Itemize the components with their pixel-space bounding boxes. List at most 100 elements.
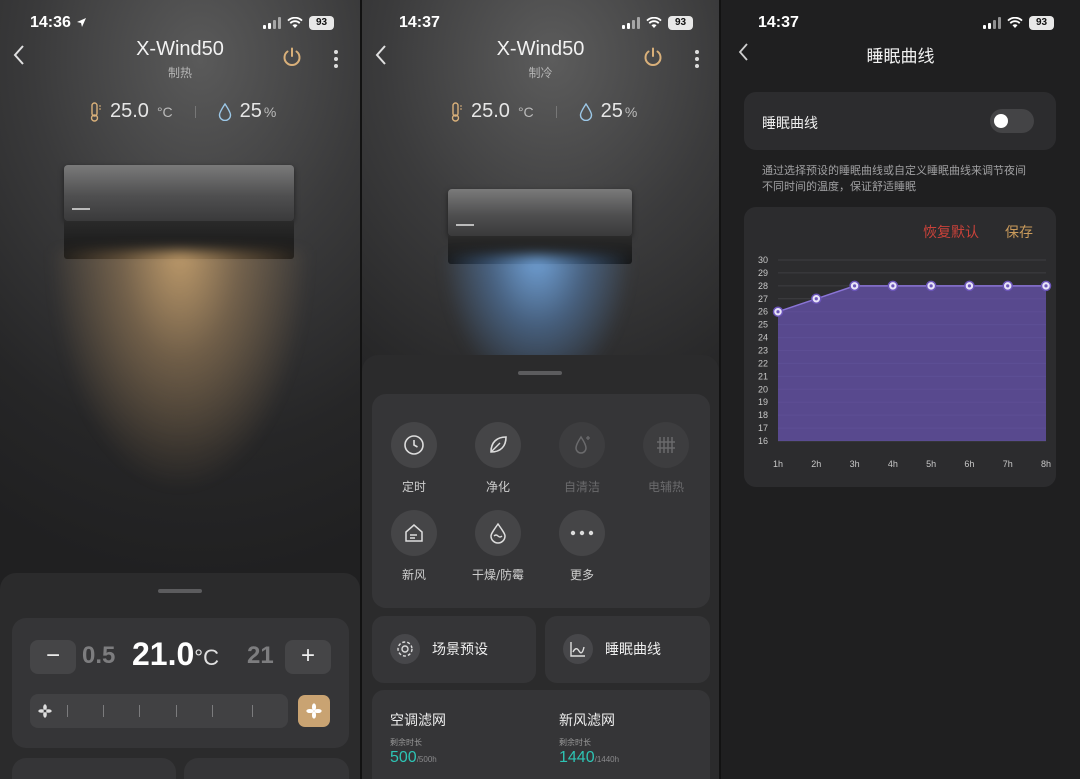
feature-dry-antimold[interactable]: 干燥/防霉 bbox=[458, 510, 538, 583]
set-temperature-value: 21.0 bbox=[132, 636, 195, 672]
warm-airflow-graphic bbox=[40, 250, 320, 510]
air-conditioner-image bbox=[64, 165, 294, 259]
temperature-unit: °C bbox=[156, 103, 173, 120]
sleep-curve-chart[interactable]: 30 29 28 27 26 25 24 23 22 21 20 19 18 17 16 1h 2h 3h 4h 5h… bbox=[744, 207, 1056, 487]
fresh-air-filter-max: /1440h bbox=[594, 755, 620, 764]
feature-fresh-air[interactable]: 新风 bbox=[374, 510, 454, 583]
climate-readout: 25.0 °C 25 % bbox=[88, 100, 276, 123]
device-title: X-Wind50 bbox=[136, 38, 224, 60]
scene-gear-icon bbox=[397, 641, 413, 657]
fan-speed-tick bbox=[139, 705, 140, 717]
sleep-curve-description: 通过选择预设的睡眠曲线或自定义睡眠曲线来调节夜间 不同时间的温度，保证舒适睡眠 bbox=[762, 163, 1026, 195]
air-conditioner-image bbox=[448, 189, 632, 264]
curve-point-center bbox=[776, 310, 780, 314]
wifi-icon bbox=[646, 17, 662, 28]
feature-aux-heat[interactable]: 电辅热 bbox=[626, 422, 706, 495]
fresh-air-filter-value: 1440 bbox=[559, 749, 595, 766]
sleep-curve-chart-card: 恢复默认 保存 30 29 28 27 26 25 24 23 22 21 20 19 18 17 16 1h… bbox=[744, 207, 1056, 487]
curve-point-center bbox=[814, 297, 818, 301]
wifi-icon bbox=[287, 17, 303, 28]
cellular-signal-icon bbox=[622, 17, 640, 29]
mode-label: 制冷 bbox=[528, 66, 553, 80]
ac-filter-max: /500h bbox=[416, 755, 437, 764]
x-tick-label: 7h bbox=[1003, 459, 1013, 469]
curve-chart-icon bbox=[570, 642, 585, 657]
fan-speed-tick bbox=[252, 705, 253, 717]
fan-speed-tick bbox=[67, 705, 68, 717]
decrease-temp-button[interactable]: − bbox=[30, 640, 76, 674]
feature-label: 更多 bbox=[569, 568, 594, 582]
humidity-drop-icon bbox=[579, 102, 592, 121]
x-tick-label: 1h bbox=[773, 459, 783, 469]
cellular-signal-icon bbox=[263, 17, 281, 29]
humidity-unit: % bbox=[263, 103, 277, 120]
x-tick-label: 5h bbox=[926, 459, 936, 469]
fan-speed-tick bbox=[176, 705, 177, 717]
y-tick-label: 25 bbox=[758, 320, 768, 330]
set-temperature-unit: °C bbox=[194, 645, 219, 670]
climate-readout: 25.0 °C 25 % bbox=[449, 100, 637, 123]
sleep-curve-label: 睡眠曲线 bbox=[605, 642, 661, 658]
feature-self-clean[interactable]: 自清洁 bbox=[542, 422, 622, 495]
description-line: 通过选择预设的睡眠曲线或自定义睡眠曲线来调节夜间 bbox=[762, 164, 1026, 177]
more-dots-icon bbox=[570, 530, 594, 536]
feature-label: 定时 bbox=[401, 480, 426, 494]
feature-more[interactable]: 更多 bbox=[542, 510, 622, 583]
curve-point-center bbox=[891, 284, 895, 288]
status-bar: 14:37 93 bbox=[721, 14, 1080, 34]
more-menu-button[interactable] bbox=[334, 50, 338, 71]
filter-status-card[interactable]: 空调滤网 剩余时长 500/500h 新风滤网 剩余时长 1440/1440h bbox=[372, 690, 710, 779]
sleep-curve-toggle-row: 睡眠曲线 bbox=[744, 92, 1056, 150]
feature-purify[interactable]: 净化 bbox=[458, 422, 538, 495]
room-temperature: 25.0 bbox=[110, 100, 149, 122]
fresh-air-filter-title: 新风滤网 bbox=[559, 713, 615, 729]
thermometer-icon bbox=[90, 101, 101, 122]
page-title: 睡眠曲线 bbox=[866, 47, 935, 66]
fan-speed-slider[interactable] bbox=[30, 694, 288, 728]
increase-temp-button[interactable]: + bbox=[285, 640, 331, 674]
control-sheet: − 0.5 21.0°C 21 + bbox=[0, 573, 360, 779]
x-tick-label: 2h bbox=[811, 459, 821, 469]
sleep-curve-card[interactable]: 睡眠曲线 bbox=[545, 616, 710, 683]
y-tick-label: 23 bbox=[758, 346, 768, 356]
device-title: X-Wind50 bbox=[496, 38, 585, 60]
thermometer-icon bbox=[451, 101, 462, 122]
fan-icon bbox=[38, 704, 52, 718]
sleep-curve-screen: 14:37 93 睡眠曲线 睡眠曲线 通过选择预设的睡眠曲线或自定义睡眠曲线来调… bbox=[721, 0, 1080, 779]
fresh-air-filter-sub: 剩余时长 bbox=[559, 738, 591, 747]
y-tick-label: 30 bbox=[758, 255, 768, 265]
y-tick-label: 17 bbox=[758, 423, 768, 433]
more-menu-button[interactable] bbox=[695, 50, 699, 71]
temperature-unit: °C bbox=[517, 103, 534, 120]
temperature-control-card: − 0.5 21.0°C 21 + bbox=[12, 618, 349, 748]
y-tick-label: 19 bbox=[758, 397, 768, 407]
y-tick-label: 22 bbox=[758, 358, 768, 368]
power-icon[interactable] bbox=[642, 46, 664, 68]
fan-speed-tick bbox=[103, 705, 104, 717]
feature-label: 电辅热 bbox=[647, 480, 684, 494]
power-icon[interactable] bbox=[281, 46, 303, 68]
y-tick-label: 29 bbox=[758, 268, 768, 278]
y-tick-label: 16 bbox=[758, 436, 768, 446]
divider bbox=[194, 105, 196, 118]
feature-timer[interactable]: 定时 bbox=[374, 422, 454, 495]
scene-preset-card[interactable]: 场景预设 bbox=[372, 616, 536, 683]
battery-indicator: 93 bbox=[668, 16, 693, 30]
sheet-handle[interactable] bbox=[158, 589, 202, 593]
y-tick-label: 20 bbox=[758, 384, 768, 394]
x-tick-label: 8h bbox=[1041, 459, 1051, 469]
scene-preset-label: 场景预设 bbox=[432, 642, 488, 658]
cool-airflow-graphic bbox=[432, 255, 642, 365]
cooling-screen: 14:37 93 X-Wind50 制冷 25.0 °C 25 % 定时 净化 … bbox=[362, 0, 719, 779]
humidity-unit: % bbox=[624, 103, 638, 120]
x-tick-label: 4h bbox=[888, 459, 898, 469]
sheet-handle[interactable] bbox=[518, 371, 562, 375]
cellular-signal-icon bbox=[983, 17, 1001, 29]
fan-auto-button[interactable] bbox=[298, 695, 330, 727]
curve-point-center bbox=[967, 284, 972, 288]
leaf-icon bbox=[490, 436, 507, 453]
curve-area bbox=[778, 285, 1046, 441]
room-temperature: 25.0 bbox=[471, 100, 510, 122]
sleep-curve-switch[interactable] bbox=[990, 109, 1034, 133]
house-wind-icon bbox=[405, 524, 423, 542]
